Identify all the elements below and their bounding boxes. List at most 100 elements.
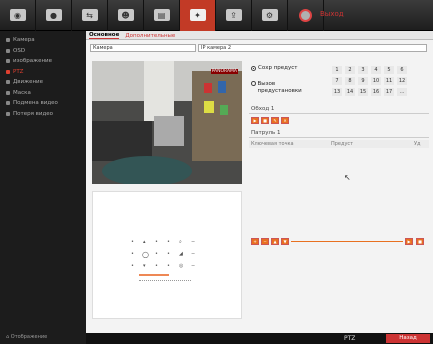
column-header: Уд: [414, 141, 421, 147]
play-icon[interactable]: ▶: [251, 117, 259, 124]
delete-icon[interactable]: ✕: [281, 117, 289, 124]
preset-number[interactable]: 9: [358, 77, 368, 85]
sidebar-item-label: изображение: [13, 58, 53, 65]
preset-number[interactable]: 5: [384, 66, 394, 74]
preset-number[interactable]: 2: [345, 66, 355, 74]
preset-number[interactable]: 4: [371, 66, 381, 74]
sidebar-item-video-loss[interactable]: Потеря видео: [0, 109, 86, 120]
tour-stop-icon[interactable]: ■: [416, 238, 424, 245]
ptz-up-right-button[interactable]: •: [155, 239, 158, 245]
ptz-up-left-button[interactable]: •: [131, 239, 134, 245]
sidebar-item-mask[interactable]: Маска: [0, 88, 86, 99]
radio-selected-icon: [251, 65, 256, 71]
preset-number[interactable]: 8: [345, 77, 355, 85]
ptz-dot-button[interactable]: •: [167, 263, 170, 269]
edit-icon[interactable]: ✎: [271, 117, 279, 124]
ptz-right-button[interactable]: •: [155, 251, 158, 257]
export-icon: ⇪: [225, 9, 242, 21]
tab-advanced[interactable]: Дополнительные: [125, 33, 175, 39]
ptz-speed-slider[interactable]: [139, 274, 169, 276]
preset-call-option[interactable]: Вызов предустановки: [251, 81, 311, 95]
ptz-dot-button[interactable]: •: [167, 239, 170, 245]
preset-number[interactable]: 1: [332, 66, 342, 74]
preset-number[interactable]: 10: [371, 77, 381, 85]
focus-minus-icon[interactable]: −: [191, 251, 195, 257]
mask-icon: [6, 90, 10, 95]
preset-number[interactable]: 3: [358, 66, 368, 74]
preset-more-button[interactable]: ...: [397, 88, 407, 96]
ptz-down-button[interactable]: ▾: [143, 263, 146, 269]
tour-section-title: Патруль 1: [249, 129, 429, 138]
osd-icon: [6, 48, 10, 53]
back-button[interactable]: Назад: [386, 334, 430, 343]
mouse-cursor-icon: ↖: [344, 173, 351, 182]
main-panel: Основное Дополнительные Камера IP камера…: [86, 31, 433, 344]
sidebar-item-tamper[interactable]: Подмена видео: [0, 98, 86, 109]
preset-number[interactable]: 13: [332, 88, 342, 96]
ptz-control-pad: • ▴ • • ⌕ − • ○ • • ◢ − • ▾ • • ◎ −: [92, 191, 242, 319]
add-point-icon[interactable]: +: [251, 238, 259, 245]
exit-label[interactable]: Выход: [320, 10, 344, 18]
hdd-toolbar-button[interactable]: ▤: [144, 0, 180, 31]
sidebar-item-motion[interactable]: Движение: [0, 77, 86, 88]
power-icon: [299, 8, 312, 22]
sidebar-item-label: Подмена видео: [13, 100, 58, 107]
ptz-toolbar-button[interactable]: ✦: [180, 0, 216, 31]
ptz-down-right-button[interactable]: •: [155, 263, 158, 269]
tour-table-header: Ключевая точка Предуст Уд: [249, 140, 429, 148]
camera-label: Камера: [90, 44, 196, 52]
tamper-icon: [6, 101, 10, 106]
tour-play-icon[interactable]: ▶: [405, 238, 413, 245]
sidebar-item-label: Потеря видео: [13, 110, 54, 117]
display-mode-label[interactable]: ⌂ Отображение: [6, 334, 47, 340]
tab-basic[interactable]: Основное: [89, 32, 120, 39]
preset-number[interactable]: 11: [384, 77, 394, 85]
zoom-out-icon[interactable]: −: [191, 239, 195, 245]
sidebar-item-osd[interactable]: OSD: [0, 46, 86, 57]
sidebar-item-camera[interactable]: Камера: [0, 35, 86, 46]
hdd-icon: ▤: [153, 9, 170, 21]
sidebar-item-label: Маска: [13, 89, 31, 96]
sidebar-item-label: Камера: [13, 37, 35, 44]
network-toolbar-button[interactable]: ⇆: [72, 0, 108, 31]
preset-number[interactable]: 16: [371, 88, 381, 96]
preset-set-option[interactable]: Сохр предуст: [251, 65, 297, 71]
export-toolbar-button[interactable]: ⇪: [216, 0, 252, 31]
iris-minus-icon[interactable]: −: [191, 263, 195, 269]
move-up-icon[interactable]: ▲: [271, 238, 279, 245]
preset-number[interactable]: 6: [397, 66, 407, 74]
camera-icon: ◉: [9, 9, 26, 21]
video-overlay-text: PANORAMA: [210, 69, 238, 74]
stop-icon[interactable]: ■: [261, 117, 269, 124]
ptz-up-button[interactable]: ▴: [143, 239, 146, 245]
preset-number[interactable]: 12: [397, 77, 407, 85]
preset-number[interactable]: 14: [345, 88, 355, 96]
preset-number[interactable]: 17: [384, 88, 394, 96]
iris-icon[interactable]: ◎: [179, 263, 183, 269]
user-toolbar-button[interactable]: ☻: [108, 0, 144, 31]
maintenance-toolbar-button[interactable]: ⚙: [252, 0, 288, 31]
column-header: Предуст: [331, 141, 354, 147]
bottom-bar: PTZ Назад: [86, 333, 433, 344]
sidebar-item-image[interactable]: изображение: [0, 56, 86, 67]
column-header: Ключевая точка: [251, 141, 294, 147]
camera-toolbar-button[interactable]: ◉: [0, 0, 36, 31]
sidebar-item-ptz[interactable]: PTZ: [0, 67, 86, 78]
ptz-left-button[interactable]: •: [131, 251, 134, 257]
video-frame: [92, 61, 242, 184]
record-toolbar-button[interactable]: ●: [36, 0, 72, 31]
video-loss-icon: [6, 111, 10, 116]
ptz-mode-label[interactable]: PTZ: [344, 335, 355, 342]
camera-preview: PANORAMA: [92, 61, 242, 184]
move-down-icon[interactable]: ▼: [281, 238, 289, 245]
power-toolbar-button[interactable]: [288, 0, 324, 31]
ptz-down-left-button[interactable]: •: [131, 263, 134, 269]
camera-select[interactable]: IP камера 2: [198, 44, 427, 52]
zoom-in-icon[interactable]: ⌕: [179, 239, 182, 245]
focus-icon[interactable]: ◢: [179, 251, 183, 257]
preset-number[interactable]: 7: [332, 77, 342, 85]
preset-number[interactable]: 15: [358, 88, 368, 96]
ptz-center-button[interactable]: ○: [142, 250, 149, 259]
delete-point-icon[interactable]: −: [261, 238, 269, 245]
ptz-dot-button[interactable]: •: [167, 251, 170, 257]
